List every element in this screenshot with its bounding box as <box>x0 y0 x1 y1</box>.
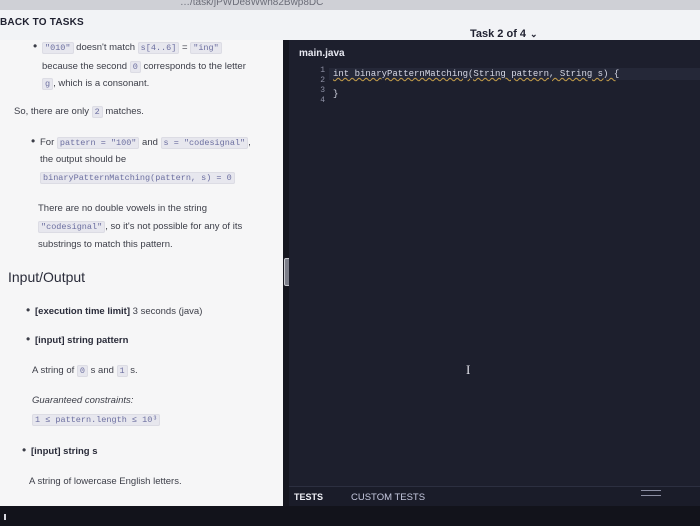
desc-line: 1 ≤ pattern.length ≤ 10³ <box>32 414 161 426</box>
task-description-pane[interactable]: • "010" doesn't match s[4..6] = "ing" be… <box>0 40 283 506</box>
code-editor[interactable]: main.java 1 2 3 4 int binaryPatternMatch… <box>289 40 700 486</box>
bullet-icon: • <box>26 332 31 346</box>
desc-text: , so it's not possible for any of its <box>105 221 243 232</box>
code-line-1[interactable]: int binaryPatternMatching(String pattern… <box>333 69 619 79</box>
text-cursor-icon: I <box>466 362 471 377</box>
tab-custom-tests[interactable]: CUSTOM TESTS <box>351 492 425 503</box>
desc-text: corresponds to the letter <box>143 61 246 72</box>
line-number: 4 <box>320 96 325 105</box>
desc-text: s and <box>90 365 114 376</box>
bottom-bar <box>0 506 700 526</box>
line-number: 2 <box>320 76 325 85</box>
desc-text: doesn't match <box>76 42 136 53</box>
inline-code: "codesignal" <box>38 221 106 233</box>
top-header: BACK TO TASKS Task 2 of 4 ⌄ <box>0 10 700 41</box>
inline-code: 0 <box>129 61 141 73</box>
desc-line: "codesignal", so it's not possible for a… <box>38 221 243 233</box>
bullet-icon: • <box>22 443 27 457</box>
inline-code: 2 <box>91 106 103 118</box>
inline-code: 0 <box>76 365 88 377</box>
desc-line: because the second 0 corresponds to the … <box>42 61 246 73</box>
inline-code: 1 <box>116 365 128 377</box>
desc-line: So, there are only 2 matches. <box>14 106 144 118</box>
file-tab-main-java[interactable]: main.java <box>299 48 345 59</box>
desc-text: , which is a consonant. <box>53 78 150 89</box>
status-mark <box>4 514 6 520</box>
desc-line: the output should be <box>40 154 127 165</box>
line-number: 1 <box>320 66 325 75</box>
task-counter: Task 2 of 4 <box>470 28 527 40</box>
inline-code: binaryPatternMatching(pattern, s) = 0 <box>40 172 235 184</box>
url-bar[interactable]: …/task/jPWDe8Wwh82Bwp8DC <box>0 0 700 10</box>
exec-limit-value: 3 seconds (java) <box>132 306 203 317</box>
bullet-icon: • <box>31 134 36 148</box>
line-number: 3 <box>320 86 325 95</box>
tests-bar: TESTS CUSTOM TESTS <box>289 486 700 507</box>
desc-line: "010" doesn't match s[4..6] = "ing" <box>42 42 222 54</box>
constraint-code: 1 ≤ pattern.length ≤ 10³ <box>32 414 161 426</box>
desc-text: = <box>182 42 188 53</box>
input-output-heading: Input/Output <box>8 269 86 285</box>
guaranteed-constraints: Guaranteed constraints: <box>32 395 134 406</box>
input-pattern-label: [input] string pattern <box>35 335 129 346</box>
url-text: …/task/jPWDe8Wwh82Bwp8DC <box>180 0 324 8</box>
input-s-label: [input] string s <box>31 446 98 457</box>
inline-code: g <box>42 78 54 90</box>
chevron-down-icon: ⌄ <box>530 29 538 39</box>
inline-code: pattern = "100" <box>56 137 140 149</box>
desc-text: because the second <box>42 61 128 72</box>
desc-line: substrings to match this pattern. <box>38 239 173 250</box>
desc-line: A string of 0 s and 1 s. <box>32 365 138 377</box>
inline-code: "010" <box>42 42 74 54</box>
tab-tests[interactable]: TESTS <box>294 492 323 502</box>
inline-code: s = "codesignal" <box>160 137 249 149</box>
desc-text: So, there are only <box>14 106 89 117</box>
bullet-icon: • <box>33 40 38 53</box>
desc-text: For <box>40 137 55 148</box>
resize-grip-icon[interactable] <box>641 490 661 496</box>
desc-line: For pattern = "100" and s = "codesignal"… <box>40 137 251 149</box>
desc-text: s. <box>130 365 138 376</box>
back-to-tasks-button[interactable]: BACK TO TASKS <box>0 17 84 28</box>
inline-code: s[4..6] <box>137 42 180 54</box>
desc-line: g, which is a consonant. <box>42 78 150 90</box>
desc-line: [execution time limit] 3 seconds (java) <box>35 306 202 317</box>
task-selector[interactable]: Task 2 of 4 ⌄ <box>470 28 538 40</box>
desc-line: There are no double vowels in the string <box>38 203 207 214</box>
code-line-3[interactable]: } <box>333 89 338 99</box>
desc-line: A string of lowercase English letters. <box>29 476 182 487</box>
line-number-gutter: 1 2 3 4 <box>309 66 325 106</box>
exec-limit-label: [execution time limit] <box>35 306 131 317</box>
desc-text: A string of <box>32 365 75 376</box>
desc-line: binaryPatternMatching(pattern, s) = 0 <box>40 172 235 184</box>
desc-text: matches. <box>105 106 144 117</box>
desc-text: and <box>142 137 158 148</box>
inline-code: "ing" <box>190 42 222 54</box>
bullet-icon: • <box>26 303 31 317</box>
desc-text: , <box>248 137 251 148</box>
